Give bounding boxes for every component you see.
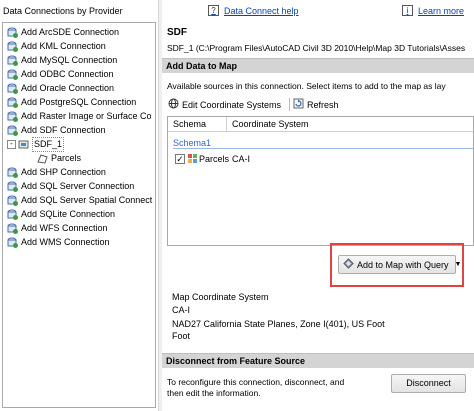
map-cs-code: CA-I	[172, 305, 190, 315]
tree-item-postgresql[interactable]: Add PostgreSQL Connection	[7, 96, 136, 109]
panel-title: Data Connections by Provider	[3, 6, 123, 16]
parcels-row-name: Parcels	[199, 154, 230, 164]
map-cs-title: Map Coordinate System	[172, 292, 269, 302]
db-add-icon	[7, 125, 18, 136]
dropdown-arrow-icon[interactable]: ▼	[455, 261, 462, 268]
column-header-coordinate-system[interactable]: Coordinate System	[232, 119, 309, 129]
disconnect-header: Disconnect from Feature Source	[162, 353, 474, 368]
feature-class-icon	[187, 153, 198, 166]
db-add-icon	[7, 195, 18, 206]
help-icon: ?	[208, 5, 219, 16]
available-sources-text: Available sources in this connection. Se…	[167, 81, 446, 91]
tree-item-sdf-1[interactable]: - SDF_1	[7, 137, 65, 152]
connection-icon	[18, 139, 29, 150]
tree-item-sql-server[interactable]: Add SQL Server Connection	[7, 180, 134, 193]
tree-item-sql-server-spatial[interactable]: Add SQL Server Spatial Connect	[7, 194, 152, 207]
tree-item-kml[interactable]: Add KML Connection	[7, 40, 106, 53]
map-cs-description: NAD27 California State Planes, Zone I(40…	[172, 319, 385, 329]
tree-item-odbc[interactable]: Add ODBC Connection	[7, 68, 114, 81]
db-add-icon	[7, 237, 18, 248]
edit-coordinate-systems-button[interactable]: Edit Coordinate Systems	[168, 97, 281, 112]
db-add-icon	[7, 27, 18, 38]
disconnect-button[interactable]: Disconnect	[391, 374, 466, 393]
db-add-icon	[7, 181, 18, 192]
tree-item-sdf[interactable]: Add SDF Connection	[7, 124, 106, 137]
sources-grid[interactable]: Schema Coordinate System Schema1 ✓ Parce…	[167, 116, 474, 246]
db-add-icon	[7, 167, 18, 178]
provider-tree[interactable]: Add ArcSDE Connection Add KML Connection…	[2, 22, 156, 408]
db-add-icon	[7, 41, 18, 52]
column-header-schema[interactable]: Schema	[173, 119, 206, 129]
connection-details-panel: ? Data Connect help i Learn more SDF SDF…	[162, 0, 474, 411]
map-cs-unit: Foot	[172, 331, 191, 341]
data-connections-panel: Data Connections by Provider Add ArcSDE …	[0, 0, 158, 411]
tree-item-shp[interactable]: Add SHP Connection	[7, 166, 106, 179]
group-divider	[173, 148, 473, 149]
add-data-header: Add Data to Map	[162, 58, 474, 73]
globe-icon	[168, 98, 179, 111]
db-add-icon	[7, 209, 18, 220]
db-add-icon	[7, 97, 18, 108]
tree-item-arcsde[interactable]: Add ArcSDE Connection	[7, 26, 119, 39]
toolbar-separator	[289, 98, 290, 111]
db-add-icon	[7, 223, 18, 234]
add-to-map-with-query-button[interactable]: Add to Map with Query ▼	[338, 255, 461, 274]
tree-item-parcels[interactable]: Parcels	[37, 152, 81, 165]
column-divider[interactable]	[226, 117, 227, 132]
connection-name: SDF	[167, 27, 187, 38]
tree-item-wms[interactable]: Add WMS Connection	[7, 236, 110, 249]
tree-item-sqlite[interactable]: Add SQLite Connection	[7, 208, 115, 221]
db-add-icon	[7, 111, 18, 122]
refresh-button[interactable]: Refresh	[293, 97, 339, 112]
tree-item-raster[interactable]: Add Raster Image or Surface Co	[7, 110, 152, 123]
connection-path: SDF_1 (C:\Program Files\AutoCAD Civil 3D…	[167, 43, 466, 53]
grid-header: Schema Coordinate System	[168, 117, 473, 132]
parcels-checkbox[interactable]: ✓	[175, 154, 185, 164]
tree-item-wfs[interactable]: Add WFS Connection	[7, 222, 108, 235]
db-add-icon	[7, 69, 18, 80]
db-add-icon	[7, 55, 18, 66]
info-icon: i	[402, 5, 413, 16]
add-layer-icon	[343, 258, 354, 271]
disconnect-instructions: To reconfigure this connection, disconne…	[167, 377, 345, 398]
collapse-icon[interactable]: -	[7, 140, 16, 149]
learn-more-link[interactable]: i Learn more	[402, 5, 464, 16]
help-link[interactable]: ? Data Connect help	[208, 5, 299, 16]
tree-item-mysql[interactable]: Add MySQL Connection	[7, 54, 117, 67]
refresh-icon	[293, 98, 304, 111]
tree-item-oracle[interactable]: Add Oracle Connection	[7, 82, 114, 95]
db-add-icon	[7, 83, 18, 94]
schema-group-label[interactable]: Schema1	[173, 138, 211, 148]
parcels-row-cs: CA-I	[232, 154, 250, 164]
polygon-layer-icon	[37, 153, 48, 164]
